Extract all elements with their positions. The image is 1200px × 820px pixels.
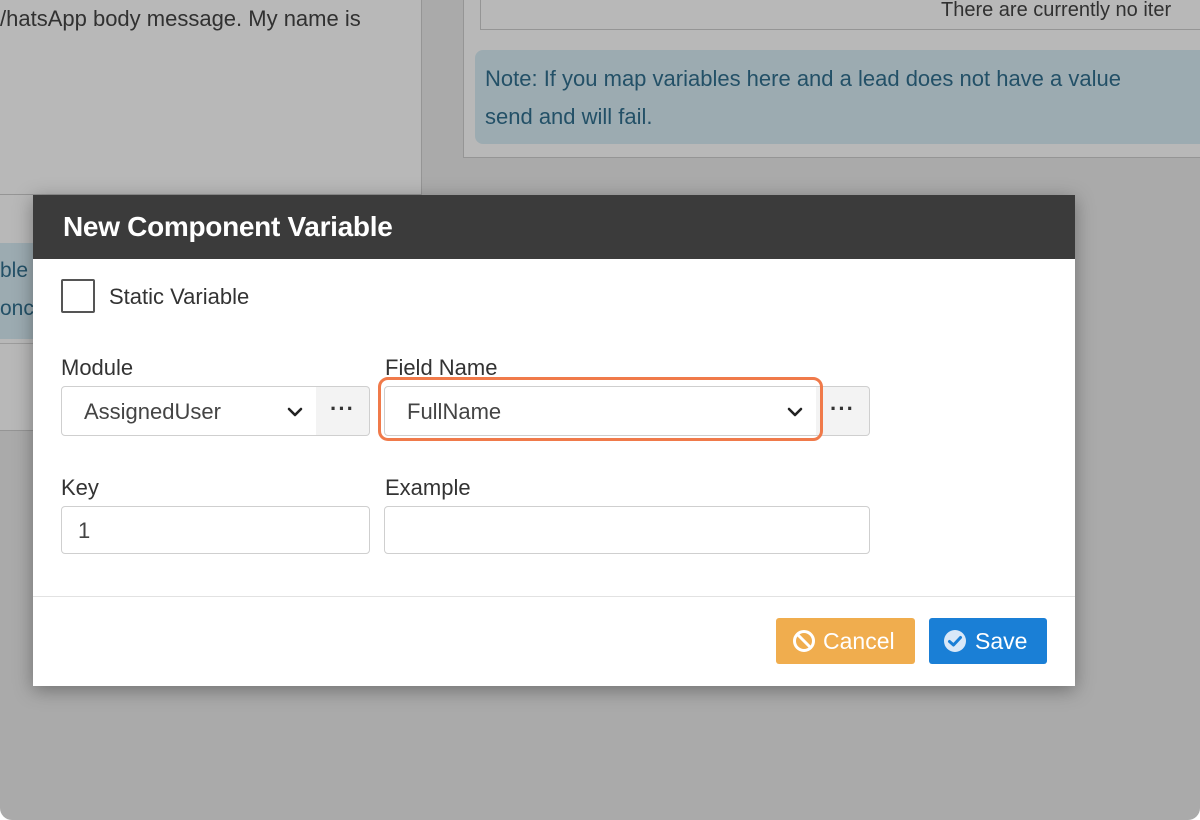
- key-input[interactable]: 1: [61, 506, 370, 554]
- more-icon: ···: [830, 396, 855, 421]
- example-label: Example: [385, 475, 471, 500]
- check-circle-icon: [944, 630, 966, 652]
- ban-icon: [793, 630, 815, 652]
- cancel-button-label: Cancel: [823, 628, 895, 654]
- static-variable-checkbox[interactable]: [61, 279, 95, 313]
- field-name-highlight: [378, 377, 823, 441]
- dialog-footer-divider: [33, 596, 1075, 597]
- dialog-header: New Component Variable: [33, 195, 1075, 259]
- key-input-value: 1: [78, 518, 91, 543]
- new-component-variable-dialog: New Component Variable Static Variable M…: [33, 195, 1075, 686]
- module-more-button[interactable]: ···: [316, 386, 370, 436]
- dialog-title: New Component Variable: [63, 211, 393, 242]
- cancel-button[interactable]: Cancel: [776, 618, 915, 664]
- module-select[interactable]: AssignedUser: [61, 386, 317, 436]
- key-label: Key: [61, 475, 99, 500]
- static-variable-label[interactable]: Static Variable: [109, 284, 249, 310]
- save-button[interactable]: Save: [929, 618, 1047, 664]
- example-input[interactable]: [384, 506, 870, 554]
- chevron-down-icon: [287, 407, 303, 417]
- module-label: Module: [61, 355, 134, 380]
- field-name-more-button[interactable]: ···: [816, 386, 870, 436]
- module-select-value: AssignedUser: [84, 399, 221, 424]
- more-icon: ···: [330, 396, 355, 421]
- save-button-label: Save: [975, 628, 1028, 654]
